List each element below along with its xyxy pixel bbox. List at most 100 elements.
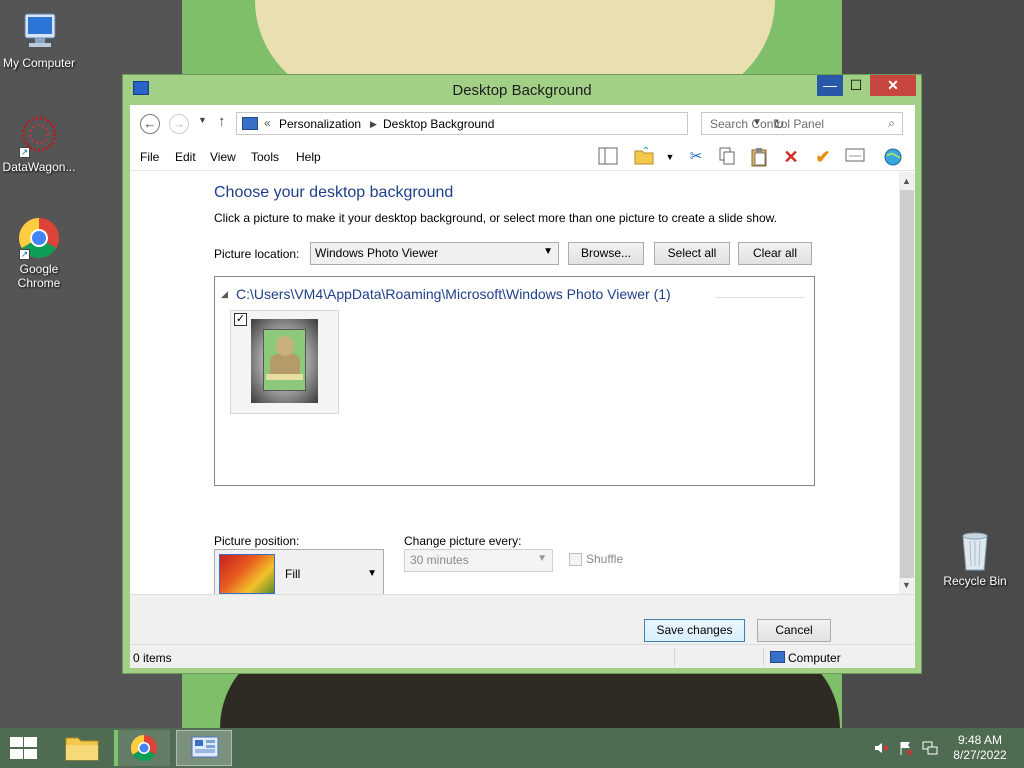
folder-options-dropdown[interactable]: ▼ (659, 147, 681, 167)
start-button[interactable] (8, 736, 38, 760)
control-panel-icon (191, 736, 219, 758)
content-area: Choose your desktop background Click a p… (130, 172, 915, 599)
picture-location-label: Picture location: (214, 247, 300, 261)
close-button[interactable]: ✕ (870, 75, 916, 96)
desktop-icon-google-chrome[interactable]: ↗ Google Chrome (0, 216, 78, 290)
globe-icon[interactable] (882, 147, 904, 167)
menu-help[interactable]: Help (296, 150, 321, 164)
network-icon[interactable] (922, 740, 938, 756)
forward-button[interactable]: → (169, 114, 189, 134)
picture-list[interactable]: ◢ C:\Users\VM4\AppData\Roaming\Microsoft… (214, 276, 815, 486)
search-input[interactable] (702, 113, 877, 134)
menu-file[interactable]: File (140, 150, 159, 164)
shortcut-arrow-icon: ↗ (19, 147, 30, 158)
picture-position-select[interactable]: Fill ▼ (214, 549, 384, 599)
dialog-footer: Save changes Cancel (130, 594, 915, 644)
desktop-icon-label: Google Chrome (17, 262, 61, 290)
maximize-button[interactable]: ☐ (843, 75, 869, 96)
menu-view[interactable]: View (210, 150, 236, 164)
scroll-down-icon[interactable]: ▼ (902, 580, 911, 590)
delete-icon[interactable]: ✕ (780, 147, 802, 167)
copy-icon[interactable] (716, 147, 738, 167)
thumbnail-checkbox[interactable]: ✓ (234, 313, 247, 326)
picture-location-value: Windows Photo Viewer (315, 246, 439, 260)
cancel-button[interactable]: Cancel (757, 619, 831, 642)
collapse-group-icon[interactable]: ◢ (221, 289, 228, 300)
thumbnail-photo (263, 329, 306, 391)
desktop-background-window: Desktop Background — ☐ ✕ ← → ▼ ↑ « Perso… (122, 74, 922, 674)
status-item-count: 0 items (133, 651, 172, 665)
desktop-icon-recycle-bin[interactable]: Recycle Bin (936, 528, 1014, 588)
taskbar-control-panel[interactable] (176, 730, 232, 766)
taskbar-clock[interactable]: 9:48 AM 8/27/2022 (944, 733, 1016, 763)
desktop-icon-label: DataWagon... (2, 160, 76, 174)
picture-position-label: Picture position: (214, 534, 300, 548)
chevron-down-icon: ▼ (367, 568, 377, 579)
taskbar: 9:48 AM 8/27/2022 (0, 728, 1024, 768)
windows-logo-pane (24, 749, 37, 759)
breadcrumb-personalization[interactable]: Personalization (279, 117, 361, 131)
picture-thumbnail[interactable]: ✓ (230, 310, 339, 414)
save-changes-button[interactable]: Save changes (644, 619, 745, 642)
navigation-bar: ← → ▼ ↑ « Personalization ▶ Desktop Back… (130, 105, 915, 141)
preview-pane-icon[interactable] (597, 147, 619, 167)
checkmark-icon[interactable]: ✔ (812, 147, 834, 167)
back-button[interactable]: ← (140, 114, 160, 134)
desktop-icon-label: Recycle Bin (943, 574, 1007, 588)
up-button[interactable]: ↑ (218, 113, 226, 130)
properties-icon[interactable] (844, 147, 866, 167)
volume-muted-icon[interactable] (873, 740, 889, 756)
back-arrow-icon: ← (143, 116, 157, 131)
menu-tools[interactable]: Tools (251, 150, 279, 164)
taskbar-file-explorer[interactable] (54, 730, 110, 766)
shuffle-label: Shuffle (586, 552, 624, 566)
vertical-scrollbar[interactable]: ▲ ▼ (899, 172, 915, 594)
control-panel-icon (242, 117, 258, 130)
chevron-down-icon: ▼ (198, 115, 207, 125)
scroll-up-icon[interactable]: ▲ (902, 176, 911, 186)
clock-time: 9:48 AM (957, 733, 1003, 747)
chrome-icon (130, 734, 157, 762)
taskbar-google-chrome[interactable] (114, 730, 170, 766)
change-picture-every-select[interactable]: 30 minutes ▼ (404, 549, 553, 572)
shuffle-checkbox[interactable] (569, 553, 582, 566)
cut-icon[interactable]: ✂ (685, 147, 707, 167)
thumbnail-caption-band (266, 374, 303, 380)
search-box[interactable]: ⌕ (701, 112, 903, 135)
breadcrumb-separator-icon[interactable]: ▶ (370, 119, 377, 130)
address-overflow[interactable]: « (264, 116, 271, 130)
recycle-bin-icon (953, 528, 997, 572)
clear-all-button[interactable]: Clear all (738, 242, 812, 265)
desktop-icon-label: My Computer (2, 56, 76, 70)
address-bar[interactable]: « Personalization ▶ Desktop Background ▼… (236, 112, 785, 135)
thumbnail-image (251, 319, 318, 403)
desktop-icon-my-computer[interactable]: My Computer (0, 10, 78, 70)
action-center-flag-icon[interactable] (898, 740, 914, 756)
menu-edit[interactable]: Edit (175, 150, 196, 164)
select-all-button[interactable]: Select all (654, 242, 730, 265)
folder-options-icon[interactable] (633, 146, 655, 167)
page-instructions: Click a picture to make it your desktop … (214, 211, 777, 225)
scrollbar-thumb[interactable] (900, 190, 914, 578)
page-title: Choose your desktop background (214, 184, 454, 201)
forward-arrow-icon: → (172, 116, 186, 131)
thumbnail-figure-body (270, 354, 300, 374)
title-bar[interactable]: Desktop Background — ☐ ✕ (123, 75, 921, 105)
windows-logo-pane (10, 737, 23, 747)
thumbnail-figure-head (276, 336, 294, 356)
browse-button[interactable]: Browse... (568, 242, 644, 265)
status-divider (763, 648, 764, 666)
paste-icon[interactable] (748, 147, 770, 167)
recent-locations-button[interactable]: ▼ (198, 115, 207, 125)
shortcut-arrow-icon: ↗ (19, 249, 30, 260)
minimize-button[interactable]: — (817, 75, 843, 96)
datawagon-icon: ↗ (17, 114, 61, 158)
group-divider (715, 297, 805, 298)
folder-group-header[interactable]: C:\Users\VM4\AppData\Roaming\Microsoft\W… (236, 286, 671, 302)
up-arrow-icon: ↑ (218, 113, 226, 130)
desktop-icon-datawagon[interactable]: ↗ DataWagon... (0, 114, 78, 174)
chevron-down-icon: ▼ (537, 553, 547, 564)
search-icon[interactable]: ⌕ (888, 116, 895, 131)
breadcrumb-desktop-background[interactable]: Desktop Background (383, 117, 494, 131)
picture-location-select[interactable]: Windows Photo Viewer ▼ (310, 242, 559, 265)
